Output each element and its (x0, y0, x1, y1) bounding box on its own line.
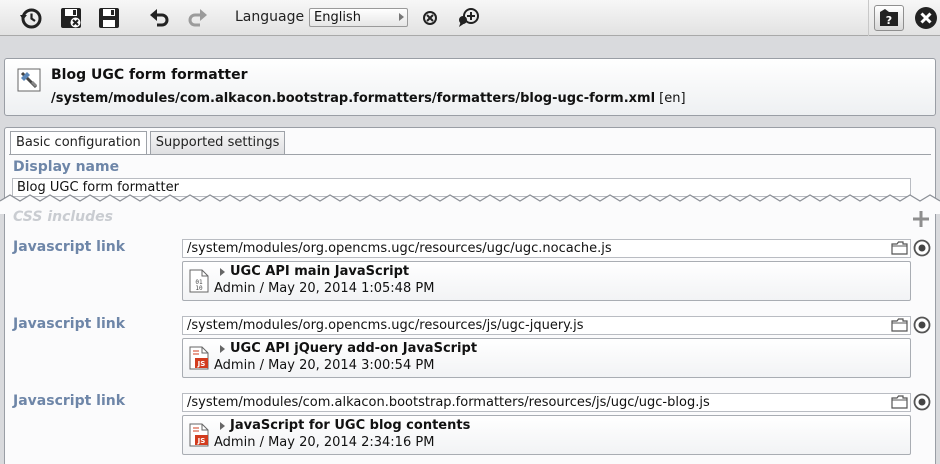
undo-icon[interactable] (145, 4, 173, 32)
js-file-icon: JS (189, 423, 209, 447)
javascript-link-label: Javascript link (13, 239, 126, 255)
expand-icon[interactable] (220, 268, 225, 276)
svg-text:?: ? (886, 14, 892, 27)
resource-info-box[interactable]: 01 10 UGC API main JavaScript Admin / Ma… (182, 261, 911, 301)
chevron-right-icon (399, 13, 404, 21)
toolbar-separator (868, 0, 869, 36)
save-icon[interactable] (95, 4, 123, 32)
display-name-label: Display name (13, 159, 120, 175)
tab-bar: Basic configuration Supported settings (10, 131, 288, 155)
resource-title: UGC API jQuery add-on JavaScript (230, 341, 478, 356)
delete-locale-icon[interactable] (416, 4, 444, 32)
resource-path-text: /system/modules/com.alkacon.bootstrap.fo… (51, 91, 656, 106)
resource-locale: [en] (659, 91, 686, 106)
resource-meta: Admin / May 20, 2014 2:34:16 PM (214, 435, 435, 450)
expand-icon[interactable] (220, 345, 225, 353)
tab-supported-settings[interactable]: Supported settings (149, 131, 286, 154)
resource-title: JavaScript for UGC blog contents (230, 418, 471, 433)
options-icon[interactable] (913, 393, 931, 411)
binary-file-icon: 01 10 (189, 269, 209, 293)
options-icon[interactable] (913, 239, 931, 257)
javascript-link-input[interactable]: /system/modules/org.opencms.ugc/resource… (182, 316, 911, 335)
resource-info-box[interactable]: JS JavaScript for UGC blog contents Admi… (182, 415, 911, 455)
folder-icon[interactable] (891, 395, 908, 409)
js-file-icon: JS (189, 346, 209, 370)
language-label: Language (235, 9, 305, 25)
tab-basic-configuration[interactable]: Basic configuration (10, 131, 147, 155)
javascript-link-label: Javascript link (13, 316, 126, 332)
close-icon[interactable] (912, 4, 940, 32)
collapsed-section-divider (0, 194, 940, 214)
compare-locales-icon[interactable] (455, 4, 483, 32)
help-icon: ? (880, 9, 898, 27)
add-icon[interactable] (911, 209, 931, 229)
tab-divider (9, 154, 931, 155)
resource-header: Blog UGC form formatter /system/modules/… (4, 58, 936, 116)
svg-text:10: 10 (195, 285, 203, 292)
resource-title: UGC API main JavaScript (230, 264, 410, 279)
svg-text:JS: JS (197, 360, 206, 368)
resource-info-box[interactable]: JS UGC API jQuery add-on JavaScript Admi… (182, 338, 911, 378)
history-icon[interactable] (17, 4, 45, 32)
css-includes-label: CSS includes (13, 209, 113, 225)
redo-icon[interactable] (184, 4, 212, 32)
help-button[interactable]: ? (874, 5, 904, 31)
save-exit-icon[interactable] (57, 4, 85, 32)
svg-text:JS: JS (197, 437, 206, 445)
language-select[interactable]: English (309, 8, 408, 27)
folder-icon[interactable] (891, 318, 908, 332)
javascript-link-label: Javascript link (13, 393, 126, 409)
resource-meta: Admin / May 20, 2014 3:00:54 PM (214, 358, 435, 373)
resource-meta: Admin / May 20, 2014 1:05:48 PM (214, 281, 435, 296)
resource-path: /system/modules/com.alkacon.bootstrap.fo… (51, 91, 686, 106)
options-icon[interactable] (913, 316, 931, 334)
resource-title: Blog UGC form formatter (51, 67, 248, 83)
javascript-link-input[interactable]: /system/modules/org.opencms.ugc/resource… (182, 239, 911, 258)
language-value: English (314, 10, 361, 25)
formatter-icon (17, 68, 41, 92)
javascript-link-input[interactable]: /system/modules/com.alkacon.bootstrap.fo… (182, 393, 911, 412)
expand-icon[interactable] (220, 422, 225, 430)
toolbar: Language English ? (0, 0, 940, 36)
folder-icon[interactable] (891, 241, 908, 255)
